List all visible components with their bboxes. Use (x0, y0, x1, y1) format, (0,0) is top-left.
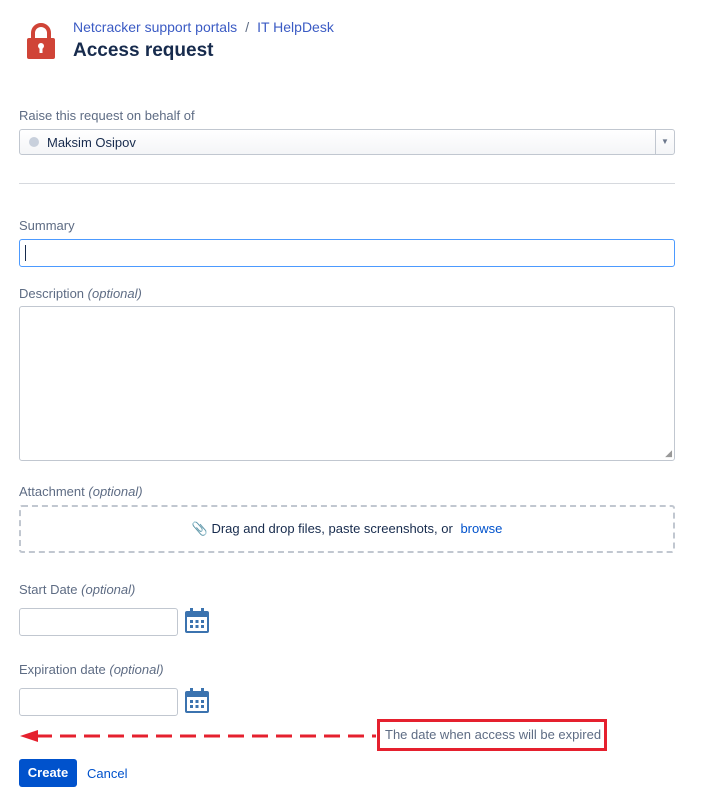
attachment-label: Attachment (optional) (19, 484, 143, 499)
chevron-down-icon[interactable]: ▼ (655, 130, 674, 154)
cancel-link[interactable]: Cancel (87, 766, 127, 781)
description-label: Description (optional) (19, 286, 142, 301)
summary-input[interactable] (19, 239, 675, 267)
summary-label: Summary (19, 218, 75, 233)
lock-icon (27, 23, 55, 59)
avatar (29, 137, 39, 147)
breadcrumb-helpdesk-link[interactable]: IT HelpDesk (257, 19, 334, 35)
attachment-dropzone[interactable]: 📎 Drag and drop files, paste screenshots… (19, 505, 675, 553)
browse-link[interactable]: browse (460, 521, 502, 536)
breadcrumb-portals-link[interactable]: Netcracker support portals (73, 19, 237, 35)
expiration-date-label: Expiration date (optional) (19, 662, 164, 677)
divider (19, 183, 675, 184)
description-textarea[interactable]: ◢ (19, 306, 675, 461)
behalf-value: Maksim Osipov (47, 135, 136, 150)
calendar-icon[interactable] (184, 688, 210, 714)
expiration-date-input[interactable] (19, 688, 178, 716)
behalf-label: Raise this request on behalf of (19, 108, 195, 123)
behalf-select[interactable]: Maksim Osipov ▼ (19, 129, 675, 155)
breadcrumb: Netcracker support portals / IT HelpDesk (73, 19, 334, 35)
resize-handle-icon[interactable]: ◢ (665, 448, 672, 459)
create-button[interactable]: Create (19, 759, 77, 787)
paperclip-icon: 📎 (191, 521, 208, 536)
calendar-icon[interactable] (184, 608, 210, 634)
start-date-label: Start Date (optional) (19, 582, 136, 597)
annotation-callout: The date when access will be expired (377, 719, 607, 751)
text-cursor (25, 245, 26, 261)
page-title: Access request (73, 40, 214, 61)
start-date-input[interactable] (19, 608, 178, 636)
annotation-arrow (20, 730, 376, 742)
